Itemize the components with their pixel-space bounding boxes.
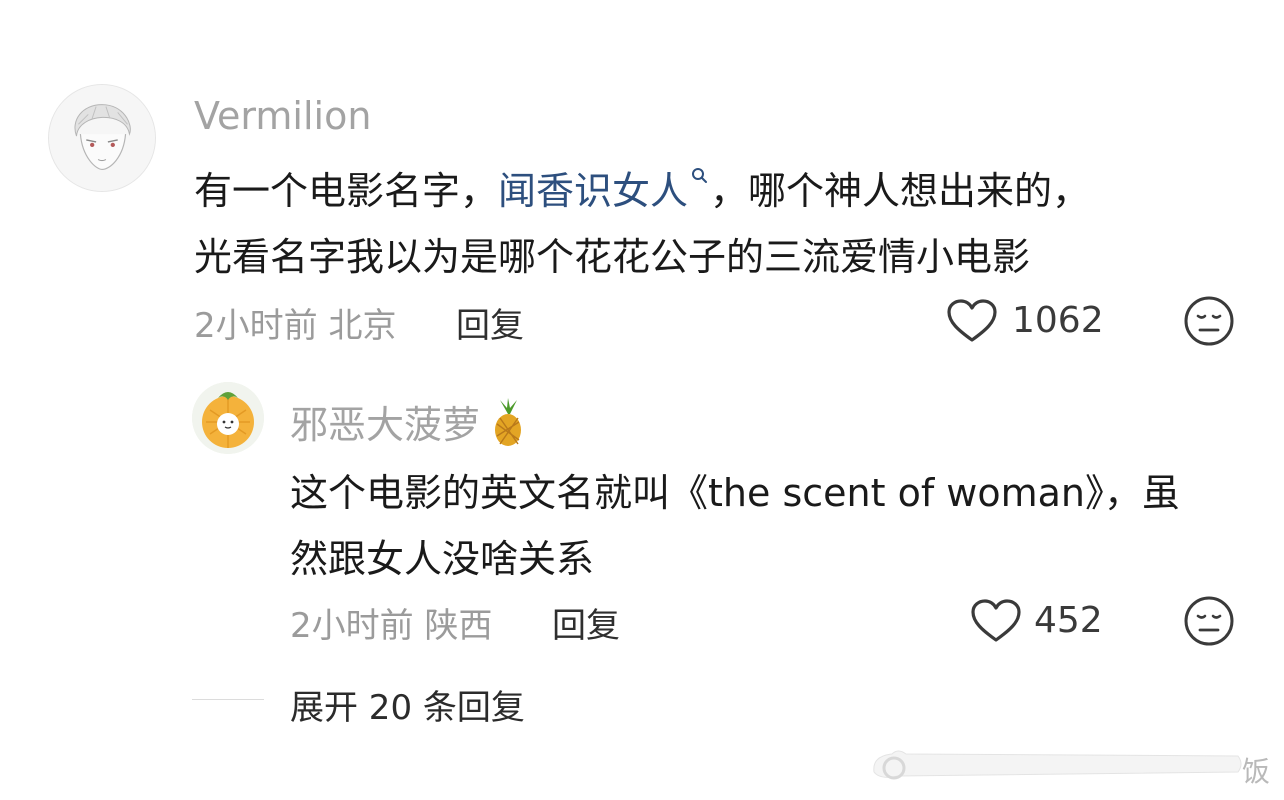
comment-dislike-button[interactable] [1182, 294, 1236, 348]
comment-reply-button[interactable]: 回复 [456, 298, 524, 347]
replier-username-row[interactable]: 邪恶大菠萝 [290, 394, 530, 449]
comment-text-pre: 有一个电影名字， [194, 169, 499, 213]
weibo-watermark-icon [873, 750, 1242, 780]
watermark-text: 饭 [1242, 755, 1271, 788]
watermark-logo [868, 742, 1244, 786]
reply-like-count: 452 [1034, 600, 1103, 641]
comment-text-post: ，哪个神人想出来的， [710, 169, 1091, 213]
reply-time: 2小时前 [290, 606, 414, 646]
comment-like-count: 1062 [1012, 300, 1104, 341]
expand-replies-button[interactable]: 展开 20 条回复 [290, 680, 525, 729]
replier-username: 邪恶大菠萝 [290, 403, 481, 447]
reply-location: 陕西 [424, 606, 493, 646]
neutral-face-icon [1184, 296, 1234, 346]
comment-time: 2小时前 [194, 306, 318, 346]
comment-location: 北京 [328, 306, 397, 346]
neutral-face-icon [1184, 596, 1234, 646]
pineapple-emoji-icon [495, 397, 522, 446]
reply-meta: 2小时前 陕西 [290, 598, 492, 647]
commenter-avatar[interactable] [48, 84, 156, 192]
comment-text-line-1: 有一个电影名字，闻香识女人 ，哪个神人想出来的， [194, 160, 1090, 215]
reply-text-line-1: 这个电影的英文名就叫《the scent of woman》，虽 [290, 471, 1180, 515]
comment-search-link-label: 闻香识女人 [498, 169, 689, 213]
comment-like-button[interactable] [944, 296, 1000, 346]
reply-dislike-button[interactable] [1182, 594, 1236, 648]
reply-like-button[interactable] [968, 596, 1024, 646]
search-small-icon [692, 168, 708, 183]
heart-outline-icon [971, 599, 1021, 642]
replier-avatar[interactable] [192, 382, 264, 454]
commenter-username[interactable]: Vermilion [194, 94, 371, 138]
comment-search-link[interactable]: 闻香识女人 [498, 168, 710, 213]
comment-meta: 2小时前 北京 [194, 298, 396, 347]
reply-text-line-2: 然跟女人没啥关系 [290, 537, 595, 581]
comment-text-line-2: 光看名字我以为是哪个花花公子的三流爱情小电影 [194, 235, 1031, 279]
reply-reply-button[interactable]: 回复 [552, 598, 620, 647]
expand-divider [192, 699, 264, 700]
heart-outline-icon [947, 299, 997, 342]
